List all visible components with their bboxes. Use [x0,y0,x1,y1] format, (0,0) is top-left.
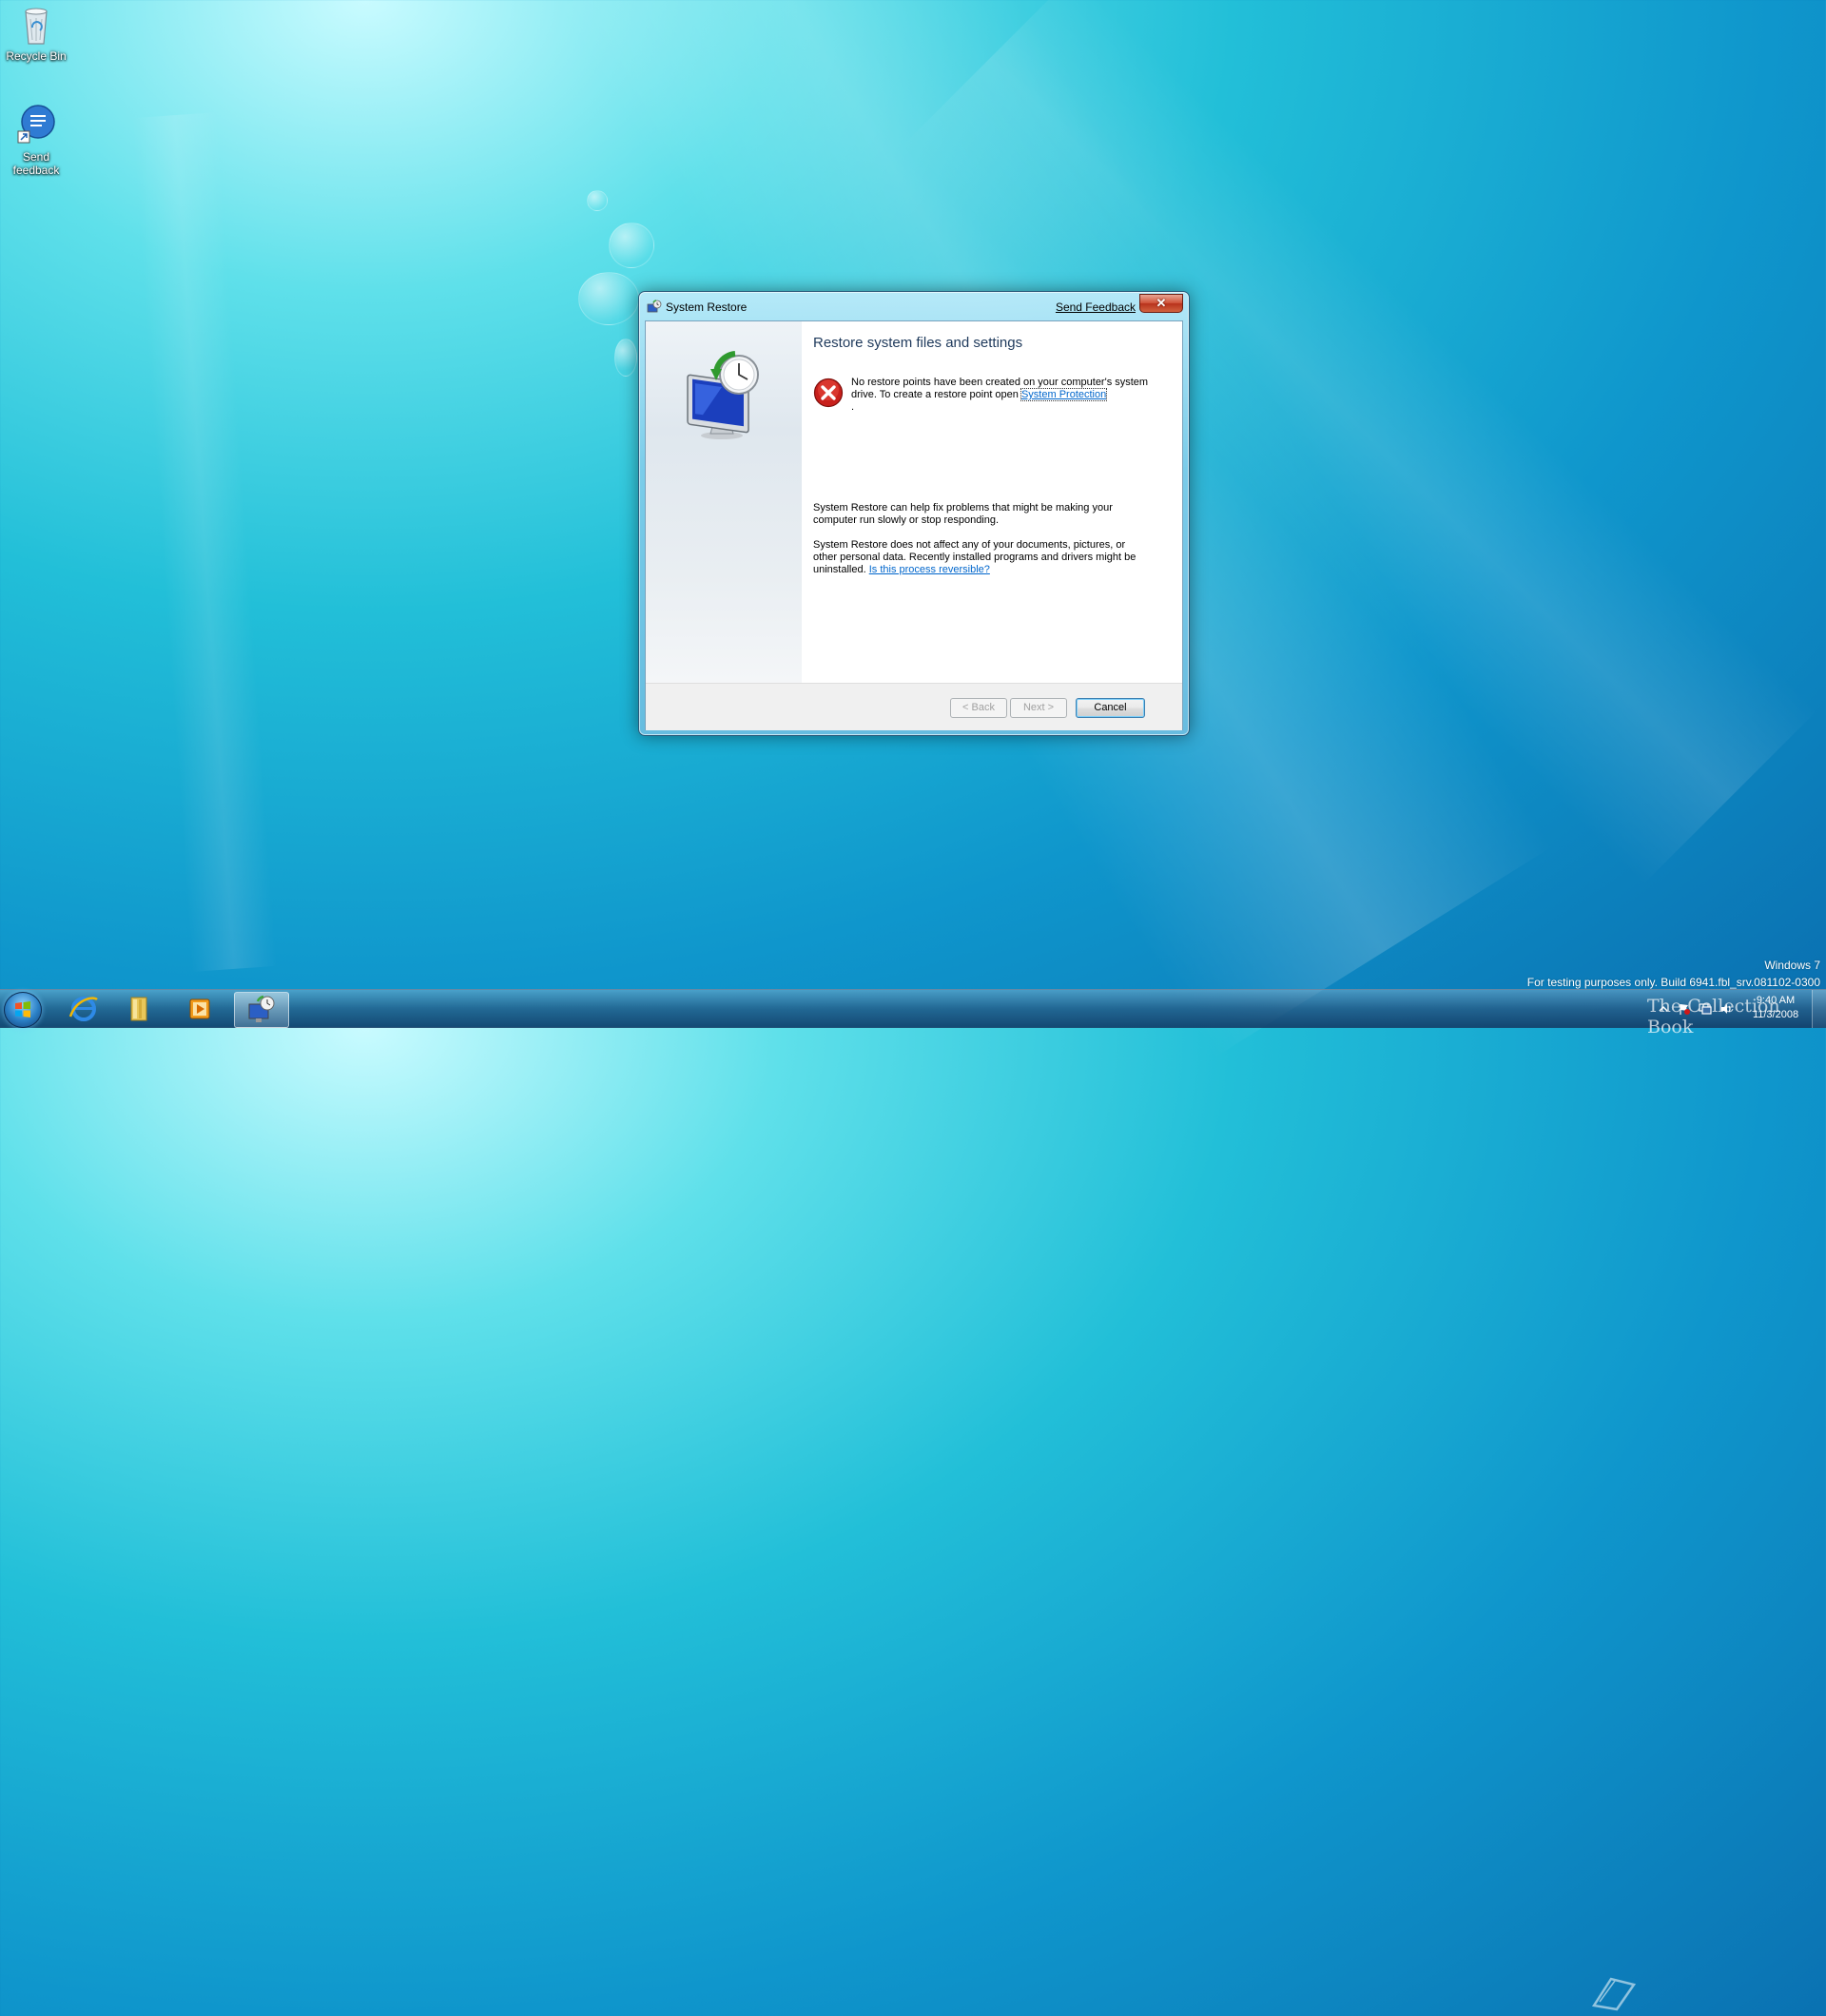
build-watermark: Windows 7 For testing purposes only. Bui… [1527,957,1820,991]
tray-overflow-chevron-icon[interactable] [1657,1002,1670,1016]
back-button[interactable]: < Back [950,698,1007,718]
page-heading: Restore system files and settings [813,335,1023,351]
wallpaper-bubble [609,223,654,268]
next-button[interactable]: Next > [1010,698,1067,718]
is-process-reversible-link[interactable]: Is this process reversible? [869,564,990,575]
error-icon [813,378,844,408]
start-button[interactable] [4,992,42,1028]
action-center-flag-icon[interactable] [1678,1002,1691,1016]
recycle-bin-icon [13,2,59,48]
cancel-button[interactable]: Cancel [1076,698,1145,718]
dialog-titlebar[interactable]: System Restore Send Feedback ✕ [639,292,1189,320]
taskbar-windows-explorer[interactable] [114,992,164,1026]
desktop-icon-recycle-bin[interactable]: Recycle Bin [0,2,72,63]
system-restore-dialog: System Restore Send Feedback ✕ Restore s… [638,291,1190,736]
clock-date: 11/3/2008 [1752,1009,1799,1020]
wizard-side-panel [646,321,802,683]
taskbar-internet-explorer[interactable] [59,992,108,1026]
taskbar-system-restore[interactable] [234,992,289,1028]
wizard-button-bar: < Back Next > Cancel [646,683,1182,730]
system-restore-icon [248,995,275,1022]
wallpaper-bubble [587,190,608,211]
clock-time: 9:40 AM [1756,995,1796,1006]
taskbar-media-player[interactable] [175,992,224,1026]
taskbar-clock[interactable]: 9:40 AM 11/3/2008 [1742,994,1809,1022]
system-restore-hero-icon [674,348,769,443]
media-player-icon [189,998,210,1019]
error-message: No restore points have been created on y… [851,377,1165,414]
send-feedback-icon [13,103,59,148]
network-icon[interactable] [1699,1002,1712,1016]
collection-book-logo-icon [1586,1971,1815,2011]
desktop-icon-label: Send feedback [12,150,60,177]
folder-icon [130,997,147,1021]
taskbar: The Collection Book 9:40 AM 11/3/2008 [0,989,1826,2011]
dialog-client-area: Restore system files and settings No res… [645,320,1183,730]
show-desktop-button[interactable] [1812,990,1826,1028]
close-icon: ✕ [1156,296,1167,310]
wallpaper-bubble [614,339,637,377]
desktop-icon-label: Recycle Bin [6,49,67,63]
send-feedback-link[interactable]: Send Feedback [1056,300,1136,314]
desktop-icon-send-feedback[interactable]: Send feedback [0,103,72,177]
volume-icon[interactable] [1719,1002,1733,1016]
dialog-title: System Restore [666,300,748,314]
error-message-period: . [851,401,855,413]
system-restore-icon [647,300,662,315]
close-button[interactable]: ✕ [1139,294,1183,313]
internet-explorer-icon [68,997,98,1021]
wallpaper-bubble [578,272,639,325]
watermark-os-name: Windows 7 [1764,959,1820,972]
windows-logo-icon [15,1001,30,1018]
system-protection-link[interactable]: System Protection [1020,388,1108,401]
wallpaper-light-streak [131,111,278,973]
info-paragraph-2: System Restore does not affect any of yo… [813,539,1146,576]
info-paragraph-1: System Restore can help fix problems tha… [813,502,1113,526]
